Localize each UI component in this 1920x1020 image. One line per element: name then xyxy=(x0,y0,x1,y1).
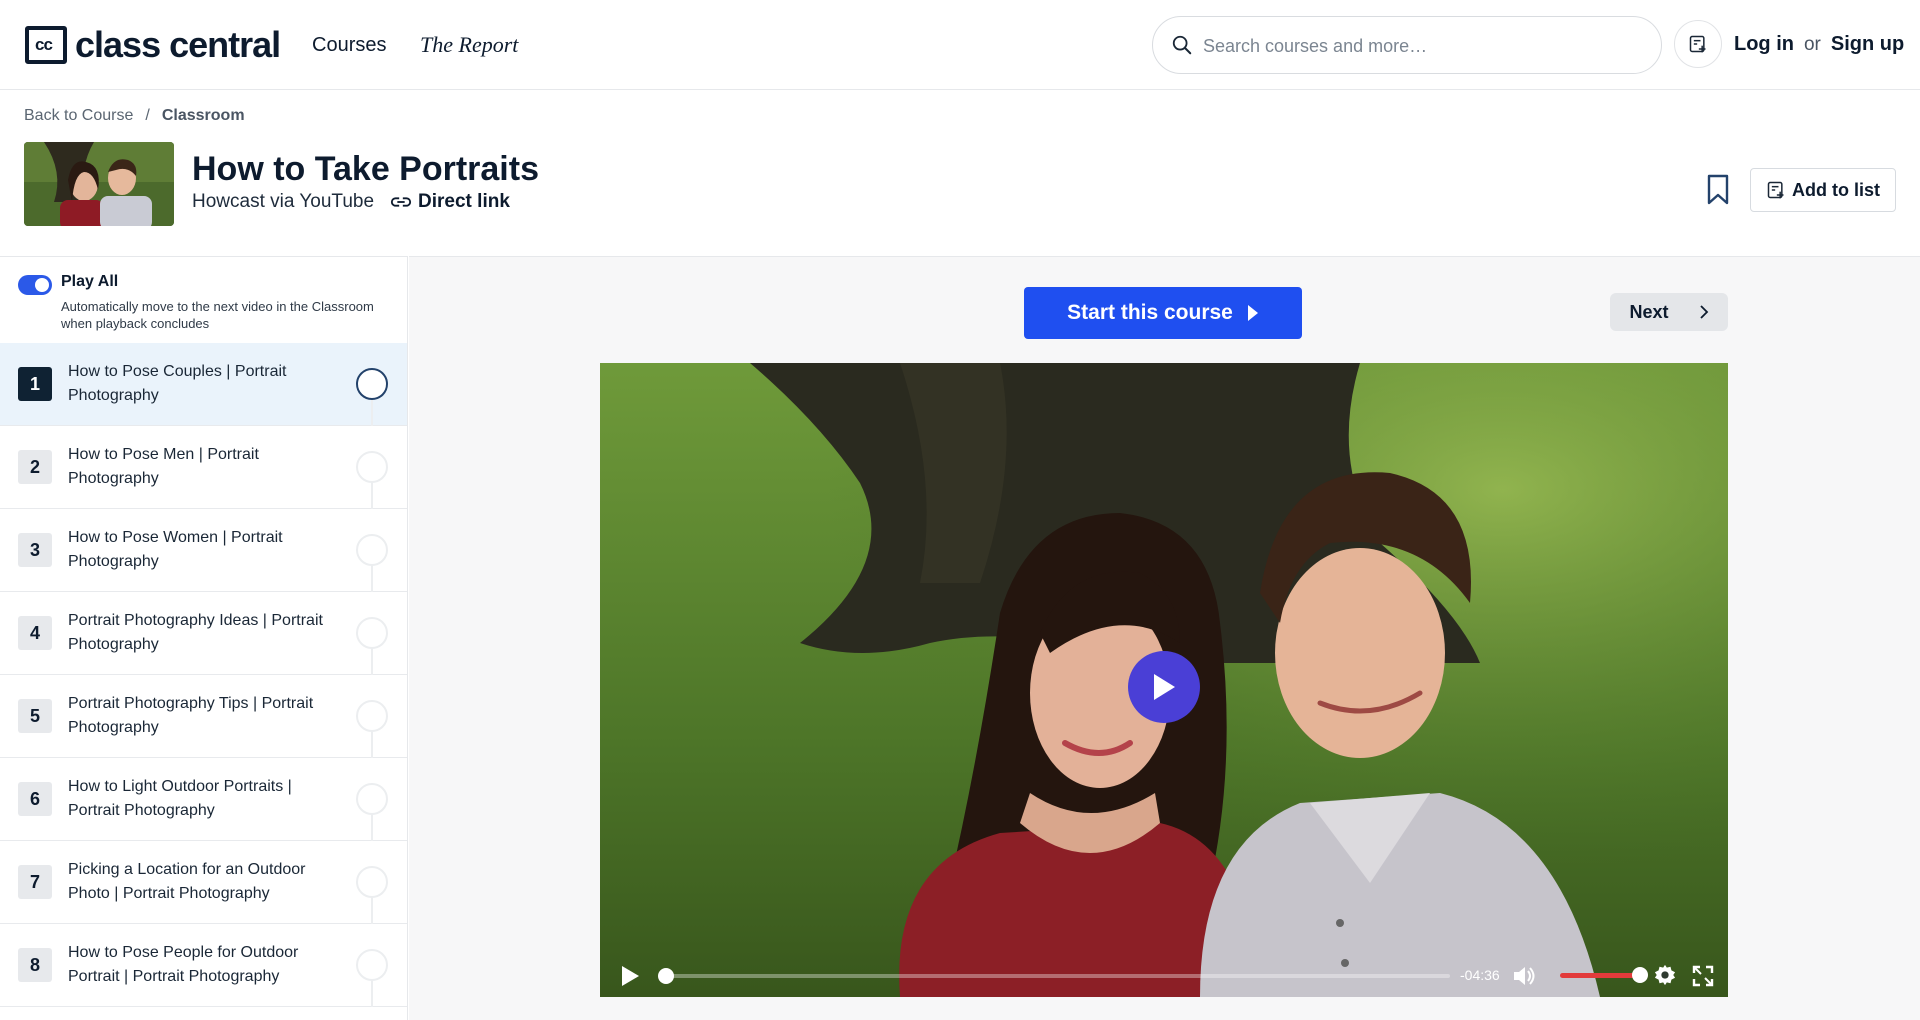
video-controls: -04:36 xyxy=(600,953,1728,997)
add-to-list-button[interactable]: Add to list xyxy=(1750,168,1896,212)
lesson-item[interactable]: 2 How to Pose Men | Portrait Photography xyxy=(0,426,407,509)
auth-or-text: or xyxy=(1803,34,1821,55)
start-course-label: Start this course xyxy=(1067,301,1233,324)
volume-slider[interactable] xyxy=(1560,967,1648,983)
lesson-number: 8 xyxy=(18,948,52,982)
progress-connector xyxy=(371,815,373,841)
lesson-number: 1 xyxy=(18,367,52,401)
completion-circle-icon[interactable] xyxy=(356,368,388,400)
lesson-number: 6 xyxy=(18,782,52,816)
lesson-item[interactable]: 8 How to Pose People for Outdoor Portrait… xyxy=(0,924,407,1007)
progress-connector xyxy=(371,566,373,592)
course-thumbnail xyxy=(24,142,174,226)
breadcrumb-separator: / xyxy=(145,107,150,124)
completion-circle-icon[interactable] xyxy=(356,534,388,566)
class-central-logo[interactable]: cc class central xyxy=(25,24,281,66)
lesson-number: 7 xyxy=(18,865,52,899)
lesson-title: How to Pose Couples | Portrait Photograp… xyxy=(68,363,287,404)
logo-mark-text: cc xyxy=(35,35,53,54)
direct-link[interactable]: Direct link xyxy=(390,191,510,213)
lesson-title: How to Light Outdoor Portraits | Portrai… xyxy=(68,778,292,819)
lesson-number: 2 xyxy=(18,450,52,484)
progress-connector xyxy=(371,898,373,924)
completion-circle-icon[interactable] xyxy=(356,451,388,483)
add-to-list-label: Add to list xyxy=(1792,179,1880,200)
lesson-item[interactable]: 3 How to Pose Women | Portrait Photograph… xyxy=(0,509,407,592)
volume-handle[interactable] xyxy=(1632,967,1648,983)
login-link[interactable]: Log in xyxy=(1734,33,1794,56)
settings-gear-icon[interactable] xyxy=(1654,964,1676,986)
lesson-sidebar: Play All Automatically move to the next … xyxy=(0,256,408,1020)
list-add-icon xyxy=(1767,181,1784,199)
logo-text: class central xyxy=(75,24,281,65)
logo-mark-icon: cc xyxy=(25,26,67,64)
fullscreen-icon[interactable] xyxy=(1692,965,1714,987)
lesson-item[interactable]: 7 Picking a Location for an Outdoor Photo… xyxy=(0,841,407,924)
progress-connector xyxy=(371,981,373,1007)
seek-handle[interactable] xyxy=(658,968,674,984)
next-label: Next xyxy=(1629,301,1669,322)
chevron-right-icon xyxy=(1699,305,1708,319)
lesson-item[interactable]: 1 How to Pose Couples | Portrait Photogra… xyxy=(0,343,407,426)
list-add-icon xyxy=(1689,35,1706,53)
search-input[interactable] xyxy=(1203,29,1643,63)
lesson-item[interactable]: 4 Portrait Photography Ideas | Portrait P… xyxy=(0,592,407,675)
lesson-title: Portrait Photography Ideas | Portrait Ph… xyxy=(68,612,323,653)
my-lists-button[interactable] xyxy=(1674,20,1722,68)
lesson-title: How to Pose People for Outdoor Portrait … xyxy=(68,944,299,985)
provider-link[interactable]: Howcast via YouTube xyxy=(192,191,374,213)
classroom-main: Start this course Next -04:36 xyxy=(409,256,1920,1020)
lesson-item[interactable]: 6 How to Light Outdoor Portraits | Portra… xyxy=(0,758,407,841)
play-icon[interactable] xyxy=(620,965,640,987)
progress-connector xyxy=(371,483,373,509)
play-all-title: Play All xyxy=(61,273,119,290)
search-icon xyxy=(1172,35,1192,55)
lesson-number: 4 xyxy=(18,616,52,650)
play-all-toggle[interactable] xyxy=(18,275,52,295)
lesson-title: How to Pose Men | Portrait Photography xyxy=(68,446,259,487)
completion-circle-icon[interactable] xyxy=(356,949,388,981)
back-to-course-link[interactable]: Back to Course xyxy=(24,107,133,125)
course-meta: Howcast via YouTube Direct link xyxy=(192,191,510,213)
bookmark-icon[interactable] xyxy=(1706,174,1730,206)
signup-link[interactable]: Sign up xyxy=(1831,33,1904,56)
next-lesson-button[interactable]: Next xyxy=(1610,293,1728,331)
completion-circle-icon[interactable] xyxy=(356,783,388,815)
lesson-item[interactable]: 5 Portrait Photography Tips | Portrait Ph… xyxy=(0,675,407,758)
caret-right-icon xyxy=(1247,305,1258,321)
search-box[interactable] xyxy=(1152,16,1662,74)
completion-circle-icon[interactable] xyxy=(356,866,388,898)
lesson-list: 1 How to Pose Couples | Portrait Photogra… xyxy=(0,343,407,1007)
start-course-button[interactable]: Start this course xyxy=(1024,287,1302,339)
completion-circle-icon[interactable] xyxy=(356,617,388,649)
progress-connector xyxy=(371,400,373,426)
lesson-title: Picking a Location for an Outdoor Photo … xyxy=(68,861,306,902)
lesson-number: 5 xyxy=(18,699,52,733)
progress-connector xyxy=(371,649,373,675)
nav-the-report-link[interactable]: The Report xyxy=(420,32,518,58)
time-remaining: -04:36 xyxy=(1460,967,1500,983)
play-icon xyxy=(1154,674,1175,700)
lesson-title: Portrait Photography Tips | Portrait Pho… xyxy=(68,695,314,736)
auth-links: Log in or Sign up xyxy=(1734,33,1904,56)
breadcrumb: Back to Course / Classroom xyxy=(24,107,245,125)
link-icon xyxy=(390,197,412,207)
big-play-button[interactable] xyxy=(1128,651,1200,723)
volume-icon[interactable] xyxy=(1512,965,1536,987)
video-player[interactable]: -04:36 xyxy=(600,363,1728,997)
direct-link-label: Direct link xyxy=(418,191,510,212)
breadcrumb-current: Classroom xyxy=(161,107,245,124)
lesson-title: How to Pose Women | Portrait Photography xyxy=(68,529,283,570)
nav-courses-link[interactable]: Courses xyxy=(312,34,386,57)
play-all-description: Automatically move to the next video in … xyxy=(61,299,374,331)
lesson-number: 3 xyxy=(18,533,52,567)
top-navigation-bar: cc class central Courses The Report Log … xyxy=(0,0,1920,90)
progress-connector xyxy=(371,732,373,758)
toggle-knob xyxy=(35,278,49,292)
completion-circle-icon[interactable] xyxy=(356,700,388,732)
seek-bar[interactable] xyxy=(658,968,1450,984)
course-title: How to Take Portraits xyxy=(192,150,539,188)
